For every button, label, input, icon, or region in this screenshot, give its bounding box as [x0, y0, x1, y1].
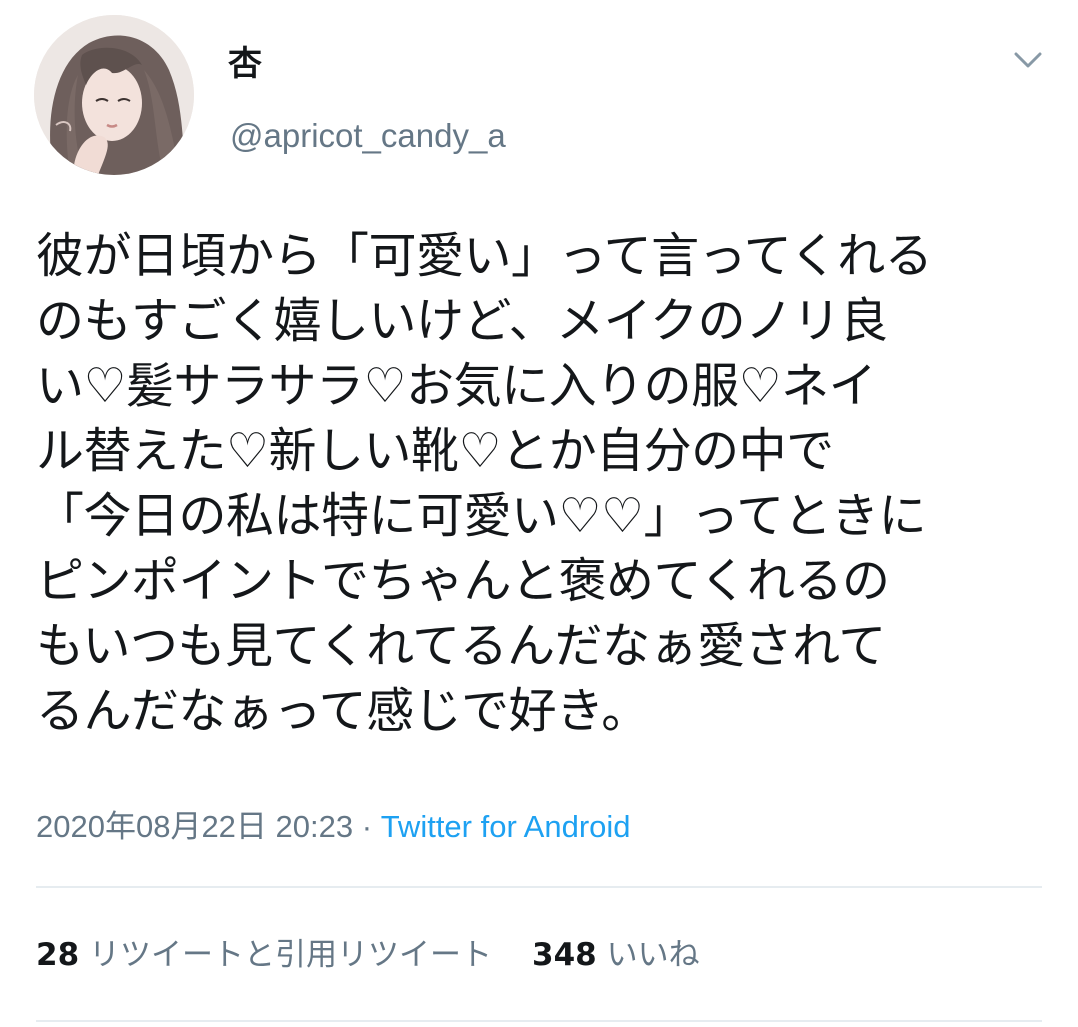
tweet-meta: 2020年08月22日 20:23 · Twitter for Android [36, 806, 631, 848]
retweets-label: リツイートと引用リツイート [89, 937, 492, 973]
tweet-timestamp[interactable]: 2020年08月22日 20:23 [36, 809, 353, 844]
divider [36, 1020, 1042, 1022]
avatar[interactable] [34, 15, 194, 175]
tweet-text-line: い♡髪サラサラ♡お気に入りの服♡ネイ [36, 358, 877, 414]
tweet-text-line: もいつも見てくれてるんだなぁ愛されて [36, 618, 886, 674]
chevron-down-icon[interactable] [1008, 44, 1048, 78]
tweet-text-line: ル替えた♡新しい靴♡とか自分の中で [36, 423, 834, 479]
tweet-text: 彼が日頃から「可愛い」って言ってくれる のもすごく嬉しいけど、メイクのノリ良 い… [36, 224, 1046, 744]
meta-separator: · [361, 809, 373, 844]
tweet-detail: 杏 @apricot_candy_a 彼が日頃から「可愛い」って言ってくれる の… [0, 0, 1078, 1027]
divider [36, 886, 1042, 888]
tweet-text-line: のもすごく嬉しいけど、メイクのノリ良 [36, 293, 888, 349]
tweet-text-line: 彼が日頃から「可愛い」って言ってくれる [36, 228, 933, 284]
tweet-stats: 28 リツイートと引用リツイート 348 いいね [36, 934, 700, 976]
retweets-stat[interactable]: 28 リツイートと引用リツイート [36, 937, 492, 973]
display-name[interactable]: 杏 [228, 44, 262, 84]
tweet-text-line: ピンポイントでちゃんと褒めてくれるの [36, 553, 890, 609]
likes-stat[interactable]: 348 いいね [532, 937, 700, 973]
retweets-count: 28 [36, 937, 80, 973]
tweet-text-line: 「今日の私は特に可愛い♡♡」ってときに [36, 488, 927, 544]
tweet-source-link[interactable]: Twitter for Android [381, 809, 631, 844]
tweet-text-line: るんだなぁって感じで好き。 [36, 683, 649, 739]
avatar-illustration-icon [34, 15, 194, 175]
user-handle[interactable]: @apricot_candy_a [230, 116, 506, 156]
likes-count: 348 [532, 937, 597, 973]
likes-label: いいね [606, 937, 700, 973]
